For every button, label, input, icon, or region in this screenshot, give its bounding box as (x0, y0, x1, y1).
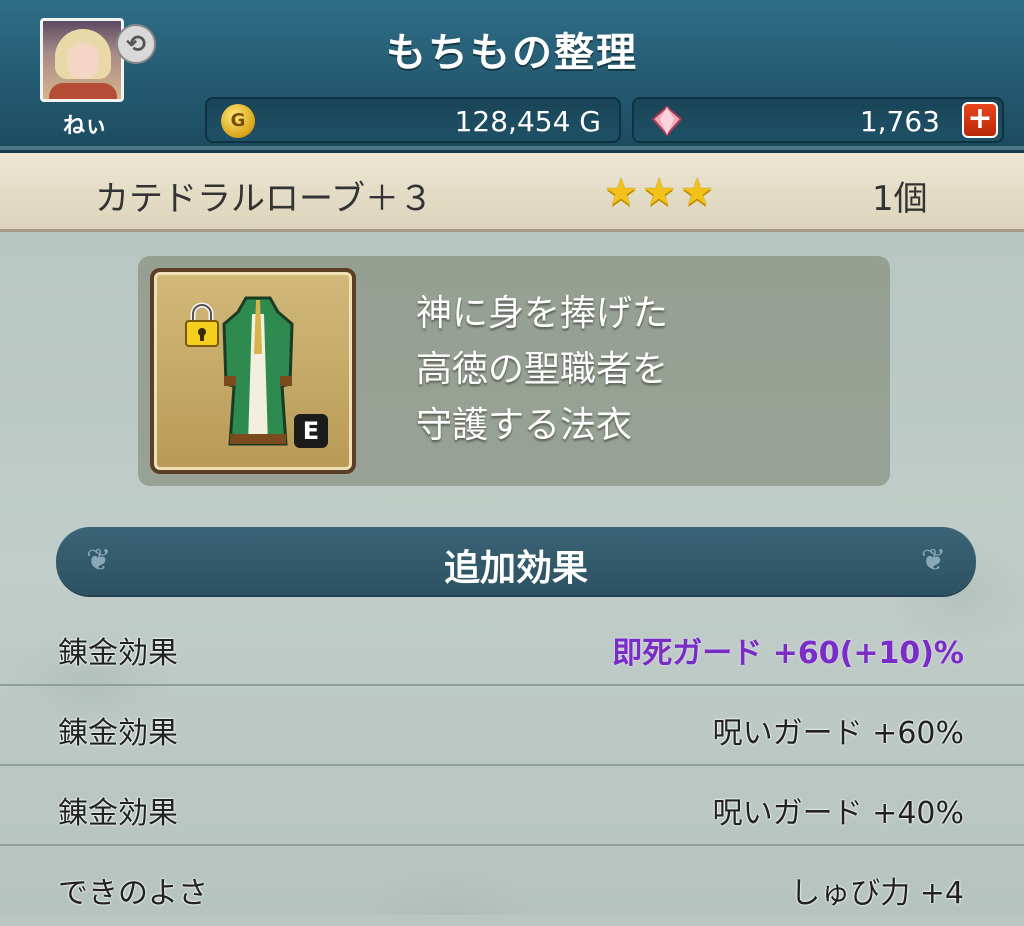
description-line: 神に身を捧げた (416, 293, 669, 334)
page-title: もちもの整理 (386, 30, 638, 76)
item-name-strip: カテドラルローブ＋３ ★ ★ ★ 1個 (0, 153, 1024, 232)
item-count: 1個 (872, 179, 928, 219)
effect-row: できのよさ しゅび力 +4 (0, 846, 1024, 926)
effect-value: 呪いガード +40% (712, 796, 964, 831)
effect-row: 錬金効果 呪いガード +40% (0, 766, 1024, 846)
effect-value: 即死ガード +60(+10)% (612, 636, 964, 671)
gem-value: 1,763 (859, 105, 940, 138)
gold-display: G 128,454 G (205, 97, 621, 143)
star-icon: ★ (680, 170, 715, 214)
robe-icon (222, 296, 294, 446)
gold-value: 128,454 G (454, 105, 601, 138)
effect-label: できのよさ (58, 876, 208, 911)
effect-label: 錬金効果 (58, 636, 178, 671)
section-title: 追加効果 (443, 548, 588, 589)
description-line: 高徳の聖職者を (416, 349, 669, 390)
item-image-frame[interactable]: E (150, 268, 356, 474)
header-bar: ⟲ ねぃ もちもの整理 G 128,454 G 1,763 + (0, 0, 1024, 153)
star-icon: ★ (604, 170, 639, 214)
add-gems-button[interactable]: + (962, 102, 998, 138)
gold-coin-icon: G (221, 104, 255, 138)
effect-row: 錬金効果 即死ガード +60(+10)% (0, 606, 1024, 686)
section-header-additional-effects: ❦ 追加効果 ❦ (56, 527, 976, 595)
item-description: 神に身を捧げた 高徳の聖職者を 守護する法衣 (416, 286, 668, 454)
effect-row: 錬金効果 呪いガード +60% (0, 686, 1024, 766)
star-icon: ★ (642, 170, 677, 214)
description-line: 守護する法衣 (416, 405, 633, 446)
item-rating: ★ ★ ★ (604, 173, 718, 211)
ornament-icon: ❦ (920, 543, 946, 578)
equipped-badge: E (294, 414, 328, 448)
gem-icon (651, 105, 683, 137)
effect-label: 錬金効果 (58, 716, 178, 751)
gem-display: 1,763 + (632, 97, 1004, 143)
item-name: カテドラルローブ＋３ (95, 179, 433, 219)
effect-label: 錬金効果 (58, 796, 178, 831)
effect-value: 呪いガード +60% (712, 716, 964, 751)
effect-value: しゅび力 +4 (790, 876, 964, 911)
player-name: ねぃ (62, 114, 107, 139)
lock-icon[interactable] (184, 302, 220, 348)
